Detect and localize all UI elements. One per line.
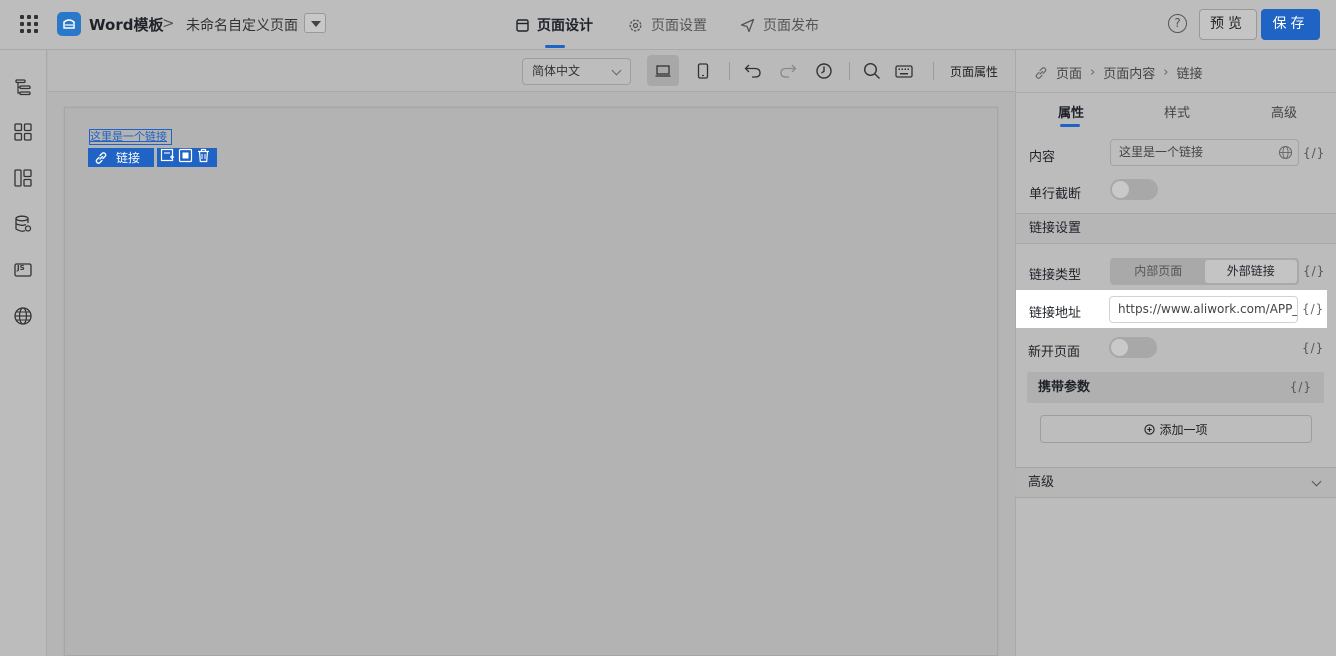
- preview-button[interactable]: 预览: [1199, 9, 1257, 40]
- breadcrumb-link[interactable]: 链接: [1176, 63, 1202, 82]
- globe-icon[interactable]: [12, 305, 34, 327]
- js-code-icon[interactable]: JS: [12, 259, 34, 281]
- chevron-right-icon: ›: [1090, 65, 1096, 80]
- content-input[interactable]: 这里是一个链接: [1110, 139, 1299, 166]
- plus-circle-icon: [1144, 423, 1156, 435]
- tab-style[interactable]: 样式: [1164, 102, 1190, 121]
- variable-binding-button[interactable]: {/}: [1302, 302, 1324, 316]
- tab-page-publish-label: 页面发布: [763, 18, 819, 34]
- variable-binding-button[interactable]: {/}: [1303, 264, 1325, 278]
- toolbar-separator: [729, 62, 730, 80]
- top-bar: Word模板 > 未命名自定义页面 页面设计 页面设置 页面发布 ? 预览 保存: [0, 0, 1336, 50]
- link-url-row: 链接地址 https://www.aliwork.com/APP_ {/}: [1016, 290, 1327, 328]
- component-actions: [157, 148, 217, 167]
- history-icon[interactable]: [811, 58, 837, 84]
- save-button[interactable]: 保存: [1261, 9, 1320, 40]
- new-tab-label: 新开页面: [1028, 345, 1081, 360]
- app-grid-icon[interactable]: [20, 15, 38, 33]
- selected-link-component[interactable]: 这里是一个链接: [89, 129, 172, 145]
- divider: [1016, 92, 1336, 93]
- search-icon[interactable]: [859, 58, 885, 84]
- link-type-segmented: 内部页面 外部链接: [1110, 258, 1299, 285]
- app-name[interactable]: Word模板: [89, 14, 163, 35]
- tab-page-settings-label: 页面设置: [651, 18, 707, 34]
- page-name[interactable]: 未命名自定义页面: [186, 15, 298, 35]
- toolbar-separator: [933, 62, 934, 80]
- keyboard-icon[interactable]: [891, 58, 917, 84]
- add-item-label: 添加一项: [1159, 422, 1208, 437]
- layout-icon: [516, 18, 529, 32]
- add-item-button[interactable]: 添加一项: [1040, 415, 1312, 443]
- variable-binding-button[interactable]: {/}: [1302, 341, 1324, 355]
- component-name-label: 链接: [116, 151, 141, 165]
- page-dropdown-button[interactable]: [304, 13, 326, 33]
- gear-icon: [629, 18, 642, 32]
- link-icon: [95, 151, 107, 164]
- component-name-badge[interactable]: 链接: [88, 148, 154, 167]
- link-type-label: 链接类型: [1029, 268, 1082, 283]
- chevron-right-icon: ›: [1163, 65, 1169, 80]
- link-type-internal[interactable]: 内部页面: [1112, 260, 1205, 283]
- component-breadcrumb: 页面 › 页面内容 › 链接: [1034, 63, 1202, 82]
- link-url-input[interactable]: https://www.aliwork.com/APP_: [1109, 296, 1298, 323]
- link-icon: [1035, 66, 1047, 79]
- delete-icon[interactable]: [196, 148, 211, 167]
- left-sidebar: JS: [0, 50, 47, 656]
- breadcrumb-page[interactable]: 页面: [1056, 63, 1082, 82]
- language-select[interactable]: 简体中文: [522, 58, 631, 85]
- desktop-icon[interactable]: [647, 55, 679, 86]
- advanced-section[interactable]: 高级: [1015, 467, 1336, 498]
- help-icon[interactable]: ?: [1168, 14, 1187, 33]
- send-icon: [740, 18, 755, 32]
- tab-page-publish[interactable]: 页面发布: [740, 15, 819, 35]
- app-logo-icon: [57, 12, 81, 36]
- link-url-label: 链接地址: [1029, 306, 1082, 321]
- tab-properties[interactable]: 属性: [1058, 102, 1084, 121]
- breadcrumb-page-content[interactable]: 页面内容: [1103, 63, 1155, 82]
- single-line-toggle[interactable]: [1110, 179, 1158, 200]
- add-below-icon[interactable]: [160, 148, 175, 167]
- params-label: 携带参数: [1038, 380, 1091, 395]
- page-properties-button[interactable]: 页面属性: [950, 63, 998, 80]
- single-line-label: 单行截断: [1029, 187, 1082, 202]
- mobile-icon[interactable]: [690, 58, 716, 84]
- data-source-icon[interactable]: [12, 213, 34, 235]
- undo-icon[interactable]: [740, 58, 766, 84]
- design-canvas[interactable]: [64, 107, 998, 656]
- js-label: JS: [17, 264, 25, 272]
- variable-binding-button[interactable]: {/}: [1303, 146, 1325, 160]
- content-label: 内容: [1029, 150, 1056, 165]
- tab-page-settings[interactable]: 页面设置: [628, 15, 707, 35]
- toolbar-separator: [849, 62, 850, 80]
- editor-toolbar: 简体中文 页面属性: [48, 50, 1015, 92]
- globe-icon[interactable]: [1278, 145, 1293, 164]
- components-icon[interactable]: [12, 121, 34, 143]
- tab-page-design-label: 页面设计: [537, 18, 593, 34]
- link-type-external[interactable]: 外部链接: [1204, 260, 1297, 283]
- layout-blocks-icon[interactable]: [12, 167, 34, 189]
- tab-advanced[interactable]: 高级: [1271, 102, 1297, 121]
- breadcrumb-separator: >: [162, 14, 175, 32]
- link-settings-section[interactable]: 链接设置: [1016, 213, 1336, 244]
- active-tab-indicator: [1060, 124, 1080, 127]
- params-header[interactable]: 携带参数 {/}: [1027, 372, 1324, 403]
- copy-icon[interactable]: [178, 148, 193, 167]
- tab-page-design[interactable]: 页面设计: [516, 15, 593, 35]
- active-tab-indicator: [545, 45, 565, 48]
- redo-icon[interactable]: [775, 58, 801, 84]
- variable-binding-button[interactable]: {/}: [1290, 372, 1312, 403]
- new-tab-toggle[interactable]: [1109, 337, 1157, 358]
- properties-panel-lower: 新开页面 {/} 携带参数 {/} 添加一项 高级: [1015, 328, 1336, 656]
- advanced-section-label: 高级: [1028, 475, 1055, 490]
- outline-tree-icon[interactable]: [12, 76, 34, 98]
